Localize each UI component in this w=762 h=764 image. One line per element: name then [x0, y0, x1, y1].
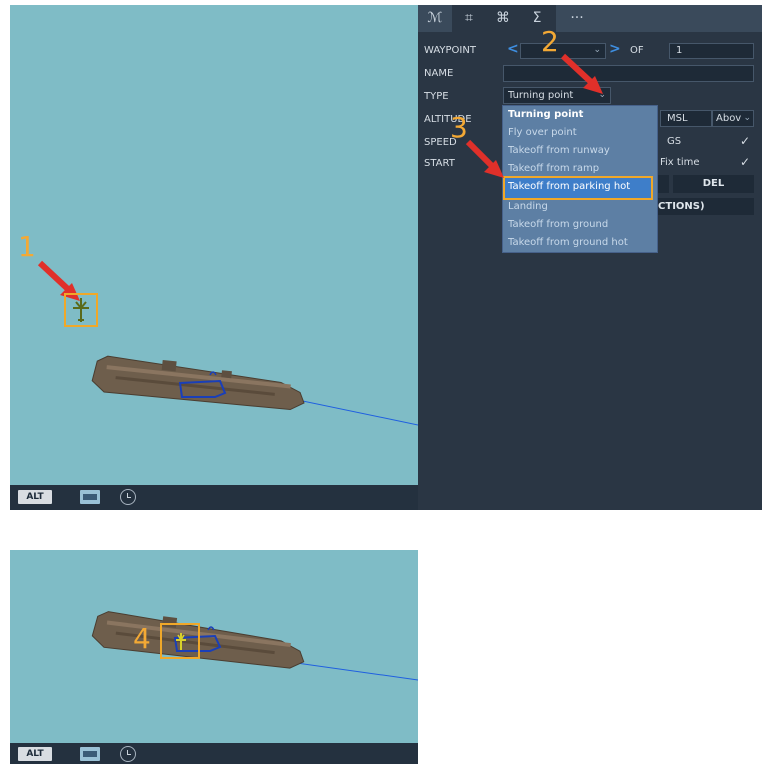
annotation-number-4: 4 — [133, 622, 151, 655]
annotation-arrow-3 — [465, 139, 504, 178]
of-label: OF — [630, 45, 644, 56]
commands-icon[interactable]: ⌘ — [486, 5, 520, 32]
fix-time-checkbox[interactable]: ✓ — [740, 155, 750, 169]
type-label: TYPE — [424, 91, 449, 102]
speed-checkbox[interactable]: ✓ — [740, 134, 750, 148]
start-label: START — [424, 158, 455, 169]
dropdown-option-takeoff-parking-hot[interactable]: Takeoff from parking hot — [508, 181, 630, 192]
annotation-box-4 — [160, 623, 200, 659]
map-canvas — [37, 260, 418, 426]
map-canvas-after — [91, 611, 418, 681]
dropdown-option-fly-over-point[interactable]: Fly over point — [508, 127, 577, 138]
dropdown-option-takeoff-runway[interactable]: Takeoff from runway — [508, 145, 610, 156]
dropdown-option-landing[interactable]: Landing — [508, 201, 548, 212]
more-icon[interactable]: ··· — [560, 5, 594, 32]
camera-icon[interactable] — [80, 490, 100, 504]
dropdown-option-takeoff-ground-hot[interactable]: Takeoff from ground hot — [508, 237, 628, 248]
dropdown-option-takeoff-ground[interactable]: Takeoff from ground — [508, 219, 608, 230]
annotation-arrow-2 — [560, 53, 603, 94]
panel-footer — [418, 485, 762, 510]
map-toolbar: ALT — [10, 485, 418, 510]
waypoint-count-field[interactable]: 1 — [669, 43, 754, 59]
waypoint-label: WAYPOINT — [424, 45, 476, 56]
alt-toggle-button[interactable]: ALT — [18, 747, 52, 761]
chevron-down-icon: ⌄ — [743, 113, 751, 123]
route-icon[interactable]: ℳ — [418, 5, 452, 32]
fix-time-label: Fix time — [660, 157, 700, 168]
camera-icon[interactable] — [80, 747, 100, 761]
clock-icon[interactable] — [120, 489, 136, 505]
annotation-box-1 — [64, 293, 98, 327]
dropdown-option-takeoff-ramp[interactable]: Takeoff from ramp — [508, 163, 599, 174]
delete-waypoint-button[interactable]: DEL — [673, 175, 754, 193]
altitude-ref-select[interactable]: MSL — [660, 110, 712, 127]
speed-ref-label: GS — [667, 136, 682, 147]
name-label: NAME — [424, 68, 454, 79]
annotation-number-1: 1 — [18, 230, 36, 263]
alt-toggle-button[interactable]: ALT — [18, 490, 52, 504]
altitude-mode-value: Abov — [716, 113, 742, 124]
map-view-after[interactable]: 4 — [10, 550, 418, 743]
map-view[interactable]: 1 — [10, 5, 418, 485]
altitude-mode-select[interactable]: Abov ⌄ — [712, 110, 754, 127]
map-toolbar-after: ALT — [10, 743, 418, 764]
triggers-icon[interactable]: ⌗ — [452, 5, 486, 32]
dropdown-option-turning-point[interactable]: Turning point — [508, 109, 583, 120]
clock-icon[interactable] — [120, 746, 136, 762]
prev-waypoint-button[interactable]: < — [507, 41, 519, 57]
name-input[interactable] — [503, 65, 754, 82]
